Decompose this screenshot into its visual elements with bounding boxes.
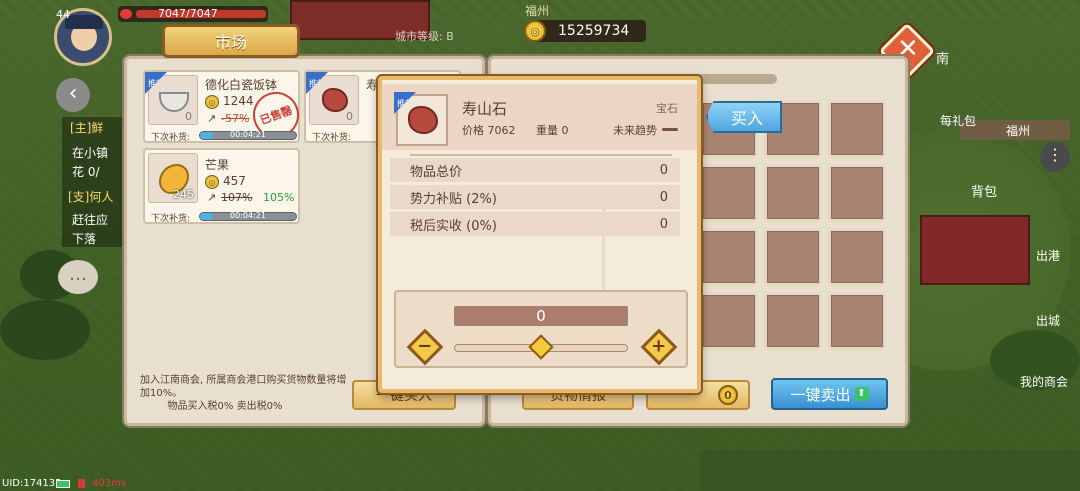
- market-item-card[interactable]: 推荐 0 德化白瓷饭钵 ◎ 1244 ↗ -57% 已售罄 下次补货: 00:0…: [143, 70, 306, 145]
- guild-bonus-text: 加入江南商会, 所属商会港口购买货物数量将增加10%。: [140, 375, 347, 399]
- quest-text: 在小镇: [72, 146, 109, 160]
- signal-icon: [78, 479, 88, 488]
- cargo-slot[interactable]: [764, 164, 822, 222]
- item-price: 457: [223, 174, 246, 188]
- menu-my-guild[interactable]: 我的商会: [1020, 373, 1068, 390]
- row-label: 税后实收 (0%): [410, 218, 497, 234]
- restock-label: 下次补货:: [151, 133, 191, 143]
- divider: [410, 154, 672, 156]
- quest-text: 花 0/: [72, 165, 100, 179]
- cargo-slot[interactable]: [828, 292, 886, 350]
- city-name: 福州: [525, 4, 550, 18]
- dialog-item-name: 寿山石: [462, 100, 508, 118]
- bowl-icon: [159, 92, 189, 112]
- coin-icon: ◎: [205, 175, 219, 189]
- menu-city[interactable]: 出城: [1036, 312, 1060, 329]
- subsidy-row: 势力补贴 (2%) 0: [390, 185, 680, 209]
- menu-gift[interactable]: 每礼包: [940, 112, 976, 129]
- cargo-slot[interactable]: [828, 164, 886, 222]
- more-icon[interactable]: ⋮: [1040, 142, 1070, 172]
- hp-bar: 7047/7047: [118, 6, 268, 22]
- city-rank: 城市等级: B: [395, 30, 454, 43]
- trend-flat-icon: [662, 128, 678, 131]
- restock-label: 下次补货:: [312, 133, 352, 143]
- plus-icon: +: [651, 336, 667, 357]
- quest-tag-main: [主]鲜: [70, 121, 104, 135]
- item-name: 德化白瓷饭钵: [205, 78, 278, 92]
- cargo-slot[interactable]: [700, 164, 758, 222]
- dialog-price: 价格 7062: [462, 124, 516, 137]
- minus-icon: −: [417, 336, 433, 357]
- cargo-slot[interactable]: [700, 292, 758, 350]
- buy-action-button[interactable]: 买入: [706, 101, 782, 133]
- cargo-slot[interactable]: [828, 100, 886, 158]
- row-label: 势力补贴 (2%): [410, 191, 497, 207]
- menu-south[interactable]: 南: [936, 48, 949, 67]
- row-value: 0: [659, 189, 668, 205]
- gold-display: ◎ 15259734: [524, 20, 646, 42]
- item-trend: -57%: [221, 112, 250, 125]
- chat-icon[interactable]: …: [58, 260, 98, 294]
- back-arrow-icon[interactable]: ‹: [56, 78, 90, 112]
- ping-label: 403ms: [92, 478, 127, 489]
- gold-amount: 15259734: [558, 23, 630, 39]
- restock-label: 下次补货:: [151, 214, 191, 224]
- player-level: 44: [56, 8, 70, 21]
- hp-text: 7047/7047: [158, 7, 218, 20]
- quest-text: 下落: [72, 232, 97, 246]
- item-name: 寿: [366, 78, 379, 92]
- total-price-row: 物品总价 0: [390, 158, 680, 182]
- cargo-grid: [700, 100, 890, 362]
- quantity-display: 0: [454, 306, 628, 326]
- guild-note: 加入江南商会, 所属商会港口购买货物数量将增加10%。 物品买入税0% 卖出税0…: [140, 374, 350, 414]
- market-item-card[interactable]: 245 芒果 ◎ 457 ↗ 107% 105% 下次补货: 00:04:21: [143, 148, 300, 224]
- row-label: 物品总价: [410, 164, 463, 180]
- coin-icon: ◎: [205, 95, 219, 109]
- trend-icon: ↗: [207, 191, 217, 204]
- quest-text: 赶往应: [72, 213, 109, 227]
- quest-tracker[interactable]: [主]鲜 在小镇 花 0/ [支]何人 赶往应 下落: [62, 117, 122, 247]
- item-price: 1244: [223, 94, 254, 108]
- sell-all-label: 一键卖出: [790, 385, 851, 404]
- menu-port[interactable]: 出港: [1036, 247, 1060, 264]
- heart-icon: [120, 9, 132, 19]
- dialog-item-category: 宝石: [656, 102, 678, 115]
- restock-time: 00:04:21: [230, 130, 266, 139]
- sell-all-button[interactable]: 一键卖出 ⬆: [771, 378, 888, 410]
- tax-text: 物品买入税0% 卖出税0%: [167, 401, 283, 412]
- quest-tag-side: [支]何人: [68, 190, 114, 204]
- region-label: 福州: [1006, 124, 1031, 138]
- cargo-slot[interactable]: [828, 228, 886, 286]
- item-trend-new: 105%: [263, 191, 295, 204]
- item-qty: 0: [346, 110, 353, 123]
- restock-time: 00:04:21: [230, 211, 266, 220]
- cargo-slot[interactable]: [764, 228, 822, 286]
- cargo-slot[interactable]: [764, 292, 822, 350]
- item-trend-old: 107%: [221, 191, 253, 204]
- stone-icon: [408, 106, 438, 134]
- item-qty: 245: [173, 188, 194, 201]
- row-value: 0: [659, 162, 668, 178]
- cargo-count: 0: [718, 385, 738, 405]
- trade-dialog: 推荐 寿山石 宝石 价格 7062 重量 0 未来趋势 物品总价 0 势力补贴 …: [378, 76, 701, 393]
- battery-icon: [56, 480, 70, 488]
- after-tax-row: 税后实收 (0%) 0: [390, 212, 680, 236]
- trend-icon: ↗: [207, 112, 217, 125]
- dialog-trend-label: 未来趋势: [613, 124, 657, 137]
- stone-icon: [322, 88, 348, 112]
- gold-coin-icon: ◎: [524, 20, 546, 42]
- menu-bag[interactable]: 背包: [971, 181, 997, 200]
- market-title-tab: 市场: [162, 24, 300, 58]
- row-value: 0: [659, 216, 668, 232]
- item-name: 芒果: [205, 158, 230, 172]
- cargo-slot[interactable]: [700, 228, 758, 286]
- uid-label: UID:174135: [2, 478, 62, 489]
- item-qty: 0: [185, 110, 192, 123]
- dialog-weight: 重量 0: [536, 124, 569, 137]
- up-arrow-icon: ⬆: [854, 387, 869, 401]
